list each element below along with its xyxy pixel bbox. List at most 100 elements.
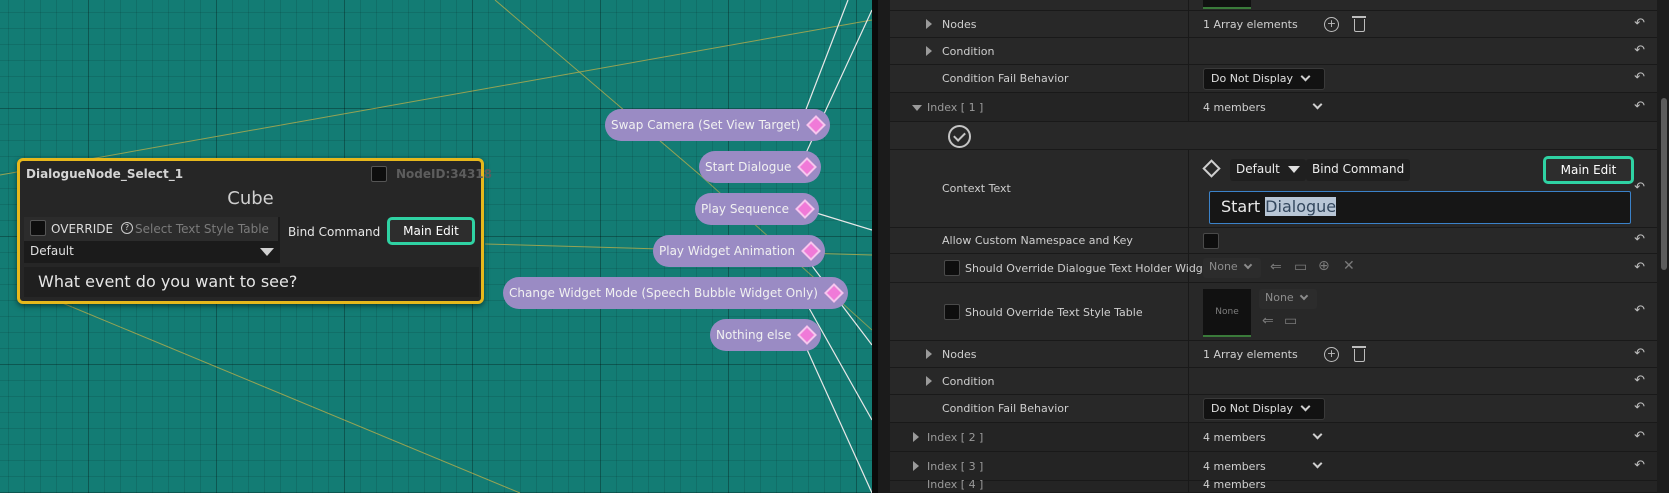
property-row-nodes[interactable]: Nodes 1 Array elements + ↶ <box>890 341 1657 368</box>
trash-icon[interactable] <box>1352 346 1366 362</box>
graph-canvas[interactable]: DialogueNode_Select_1 NodeID:34318 Cube … <box>0 0 872 493</box>
mode-dropdown[interactable]: Default <box>24 241 280 263</box>
exec-pin-icon[interactable] <box>801 241 821 261</box>
reset-arrow-icon[interactable]: ↶ <box>1634 260 1645 275</box>
check-circle-icon[interactable] <box>948 125 971 148</box>
chevron-down-icon[interactable] <box>1312 99 1323 110</box>
reset-arrow-icon[interactable]: ↶ <box>1634 400 1645 415</box>
reset-arrow-icon[interactable]: ↶ <box>1634 99 1645 114</box>
column-divider <box>1188 254 1189 282</box>
property-row-index-3[interactable]: Index [ 3 ] 4 members ↶ <box>890 452 1657 481</box>
expand-arrow-icon[interactable] <box>926 19 932 29</box>
folder-icon[interactable]: ▭ <box>1294 259 1307 275</box>
override-style-checkbox[interactable] <box>944 304 960 320</box>
reset-arrow-icon[interactable]: ↶ <box>1634 373 1645 388</box>
property-row-condition[interactable]: Condition ↶ <box>890 368 1657 395</box>
column-divider <box>1188 368 1189 394</box>
context-mode-dropdown[interactable]: Default <box>1230 159 1306 181</box>
column-divider <box>1188 0 1189 10</box>
option-pin[interactable]: Nothing else <box>710 319 822 351</box>
reset-arrow-icon[interactable]: ↶ <box>1634 458 1645 473</box>
style-thumbnail[interactable]: None <box>1203 289 1251 337</box>
scrollbar-thumb[interactable] <box>1661 98 1667 270</box>
column-divider <box>1188 38 1189 64</box>
expand-arrow-icon[interactable] <box>926 376 932 386</box>
exec-pin-icon[interactable] <box>797 325 818 345</box>
browse-arrow-icon[interactable]: ⇐ <box>1262 313 1274 329</box>
scrollbar[interactable] <box>1657 0 1669 493</box>
column-divider <box>1188 341 1189 367</box>
property-name: Nodes <box>942 18 977 31</box>
expand-arrow-icon[interactable] <box>926 46 932 56</box>
exec-pin-icon[interactable] <box>795 199 815 219</box>
editor-window: DialogueNode_Select_1 NodeID:34318 Cube … <box>0 0 1669 493</box>
exec-pin-icon[interactable] <box>797 157 818 177</box>
option-pin[interactable]: Start Dialogue <box>699 151 822 183</box>
thumbnail-partial <box>1203 0 1251 9</box>
option-pin[interactable]: Change Widget Mode (Speech Bubble Widget… <box>503 277 848 309</box>
column-divider <box>1188 150 1189 227</box>
column-divider <box>1188 481 1189 492</box>
dialogue-node[interactable]: DialogueNode_Select_1 NodeID:34318 Cube … <box>17 158 492 304</box>
reset-arrow-icon[interactable]: ↶ <box>1634 16 1645 31</box>
browse-arrow-icon[interactable]: ⇐ <box>1270 259 1282 275</box>
property-name: Index [ 4 ] <box>927 478 984 491</box>
option-pin[interactable]: Play Widget Animation <box>653 235 826 267</box>
text-style-selector[interactable]: Select Text Style Table <box>135 222 269 236</box>
dropdown-value: None <box>1209 260 1238 273</box>
style-asset-dropdown[interactable]: None <box>1259 289 1317 309</box>
reset-arrow-icon[interactable]: ↶ <box>1634 303 1645 318</box>
context-main-edit-button[interactable]: Main Edit <box>1543 156 1634 184</box>
property-row-check <box>890 122 1657 150</box>
fail-behavior-dropdown[interactable]: Do Not Display <box>1203 398 1325 420</box>
option-pin[interactable]: Swap Camera (Set View Target) <box>605 109 831 141</box>
main-edit-button[interactable]: Main Edit <box>387 217 475 245</box>
property-row-condition[interactable]: Condition ↶ <box>890 38 1657 65</box>
reset-arrow-icon[interactable]: ↶ <box>1634 180 1645 195</box>
override-holder-checkbox[interactable] <box>944 260 960 276</box>
property-row-index-1[interactable]: Index [ 1 ] 4 members ↶ <box>890 93 1657 122</box>
expand-arrow-icon[interactable] <box>913 461 919 471</box>
plus-circle-icon[interactable]: + <box>1324 17 1339 32</box>
chevron-down-icon <box>1243 260 1253 270</box>
chevron-down-icon[interactable] <box>1312 458 1323 469</box>
property-row-index-4[interactable]: Index [ 4 ] 4 members <box>890 478 1657 493</box>
expand-arrow-icon[interactable] <box>913 432 919 442</box>
dropdown-value: None <box>1265 291 1294 304</box>
bind-command-button[interactable]: Bind Command <box>288 225 380 239</box>
property-name: Index [ 1 ] <box>927 101 984 114</box>
folder-icon[interactable]: ▭ <box>1284 313 1297 329</box>
fail-behavior-dropdown[interactable]: Do Not Display <box>1203 68 1325 90</box>
trash-icon[interactable] <box>1352 16 1366 32</box>
indent-gutter <box>878 0 890 493</box>
reset-arrow-icon[interactable]: ↶ <box>1634 429 1645 444</box>
property-row-nodes[interactable]: Nodes 1 Array elements + ↶ <box>890 11 1657 38</box>
property-row-condition-fail-behavior: Condition Fail Behavior Do Not Display ↶ <box>890 65 1657 93</box>
exec-pin-icon[interactable] <box>823 283 844 303</box>
dialogue-prompt-text[interactable]: What event do you want to see? <box>24 267 479 297</box>
reset-arrow-icon[interactable]: ↶ <box>1634 70 1645 85</box>
reset-arrow-icon[interactable]: ↶ <box>1634 346 1645 361</box>
member-count: 4 members <box>1203 431 1266 444</box>
property-row-override-style: Should Override Text Style Table None No… <box>890 283 1657 341</box>
mode-dropdown-value: Default <box>30 244 74 258</box>
chevron-down-icon <box>1299 291 1309 301</box>
collapse-arrow-icon[interactable] <box>912 105 922 111</box>
plus-circle-icon[interactable]: ⊕ <box>1318 258 1330 274</box>
allow-namespace-checkbox[interactable] <box>1203 233 1219 249</box>
context-text-field[interactable]: Start Dialogue <box>1209 191 1631 224</box>
holder-asset-dropdown[interactable]: None <box>1203 258 1261 278</box>
reset-arrow-icon[interactable]: ↶ <box>1634 43 1645 58</box>
reset-arrow-icon[interactable]: ↶ <box>1634 232 1645 247</box>
chevron-down-icon[interactable] <box>1312 429 1323 440</box>
property-row-index-2[interactable]: Index [ 2 ] 4 members ↶ <box>890 423 1657 452</box>
context-bind-command-button[interactable]: Bind Command <box>1306 159 1411 181</box>
override-checkbox[interactable] <box>30 220 46 236</box>
expand-arrow-icon[interactable] <box>926 349 932 359</box>
option-pin[interactable]: Play Sequence <box>695 193 820 225</box>
plus-circle-icon[interactable]: + <box>1324 347 1339 362</box>
exec-pin-icon[interactable] <box>806 115 827 135</box>
close-icon[interactable]: ✕ <box>1343 258 1355 274</box>
wire <box>59 301 521 493</box>
node-id-checkbox[interactable] <box>371 166 387 182</box>
